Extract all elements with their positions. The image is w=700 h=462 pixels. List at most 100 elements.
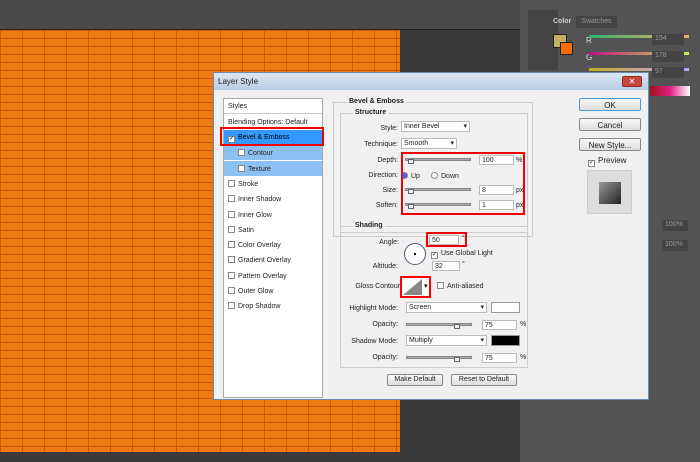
gloss-contour-picker[interactable]: ▾ [400,276,431,298]
style-item-label: Pattern Overlay [238,272,287,280]
style-item-label: Stroke [238,180,259,188]
checkbox-icon[interactable] [228,271,235,279]
shadow-mode-label: Shadow Mode: [351,338,398,345]
style-item-contour[interactable]: Contour [224,145,322,161]
shadow-opacity-slider[interactable] [406,356,472,359]
checkbox-icon[interactable] [228,256,235,264]
angle-dial[interactable] [404,243,426,265]
style-item-drop-shadow[interactable]: Drop Shadow [224,298,322,313]
preview-label: Preview [598,156,627,165]
highlight-opacity-thumb[interactable] [454,324,460,329]
shading-group [340,226,528,368]
pct-unit: % [520,354,527,361]
checkbox-icon[interactable] [228,210,235,218]
highlight-box [401,152,525,215]
style-item-stroke[interactable]: Stroke [224,176,322,191]
style-item-label: Satin [238,226,254,234]
new-style-button[interactable]: New Style... [579,138,641,151]
style-item-gradient-overlay[interactable]: Gradient Overlay [224,252,322,267]
checkbox-icon[interactable] [228,302,235,310]
checkbox-icon [437,282,444,289]
b-value[interactable]: 97 [652,67,684,78]
shadow-mode-dropdown[interactable]: Multiply [406,335,487,346]
ok-button[interactable]: OK [579,98,641,111]
style-label: Style: [380,125,398,132]
tab-swatches[interactable]: Swatches [576,16,617,28]
size-label: Size: [382,187,398,194]
shading-title: Shading [353,222,385,229]
style-dropdown[interactable]: Inner Bevel [401,121,470,132]
checkbox-icon[interactable] [228,179,235,187]
style-item-pattern-overlay[interactable]: Pattern Overlay [224,268,322,283]
style-item-inner-shadow[interactable]: Inner Shadow [224,191,322,206]
style-item-label: Contour [248,150,273,158]
altitude-input[interactable]: 32 [432,261,460,271]
g-value[interactable]: 178 [652,51,684,62]
close-button[interactable]: ✕ [622,76,642,87]
r-value[interactable]: 194 [652,34,684,45]
style-item-outer-glow[interactable]: Outer Glow [224,283,322,298]
anti-aliased-label: Anti-aliased [447,283,484,290]
shadow-opacity-label: Opacity: [372,354,398,361]
highlight-color-swatch[interactable] [491,302,520,313]
checkbox-icon[interactable] [228,225,235,233]
style-item-label: Drop Shadow [238,303,281,311]
technique-dropdown[interactable]: Smooth [401,138,457,149]
altitude-unit: ° [462,261,465,268]
pct-unit: % [520,321,527,328]
styles-header[interactable]: Styles [224,99,322,114]
checkbox-icon[interactable] [228,195,235,203]
highlight-mode-dropdown[interactable]: Screen [406,302,487,313]
check-icon: ✓ [588,160,595,167]
highlight-opacity-label: Opacity: [372,321,398,328]
background-color[interactable] [560,42,573,55]
dial-center [414,253,416,255]
style-item-inner-glow[interactable]: Inner Glow [224,207,322,222]
highlight-mode-label: Highlight Mode: [349,305,398,312]
highlight-opacity-input[interactable]: 75 [482,320,517,330]
preview-thumbnail [587,170,632,214]
preview-checkbox[interactable]: ✓ Preview [588,156,626,167]
shadow-color-swatch[interactable] [491,335,520,346]
direction-label: Direction: [368,172,398,179]
shadow-opacity-input[interactable]: 75 [482,353,517,363]
make-default-button[interactable]: Make Default [387,374,443,386]
anti-aliased-checkbox[interactable]: Anti-aliased [437,282,484,290]
global-light-label: Use Global Light [441,250,493,257]
color-ramp[interactable] [650,86,690,96]
highlight-opacity-slider[interactable] [406,323,472,326]
preview-swatch [599,182,621,204]
options-bar [0,0,520,30]
check-icon: ✓ [431,252,438,259]
contour-curve-icon: ▾ [403,279,428,295]
dialog-titlebar: Layer Style ✕ [214,73,648,90]
shadow-opacity-thumb[interactable] [454,357,460,362]
technique-label: Technique: [364,141,398,148]
dialog-title: Layer Style [218,77,259,86]
depth-label: Depth: [377,157,398,164]
style-item-satin[interactable]: Satin [224,222,322,237]
gloss-contour-label: Gloss Contour: [355,283,402,290]
tab-color[interactable]: Color [548,16,576,28]
checkbox-icon[interactable] [228,287,235,294]
altitude-label: Altitude: [372,263,398,270]
cancel-button[interactable]: Cancel [579,118,641,131]
style-item-label: Gradient Overlay [238,257,291,265]
reset-default-button[interactable]: Reset to Default [451,374,517,386]
layer-style-dialog: Layer Style ✕ Styles Blending Options: D… [213,72,649,400]
checkbox-icon[interactable] [238,164,245,172]
global-light-checkbox[interactable]: ✓ Use Global Light [431,250,493,259]
style-item-texture[interactable]: Texture [224,160,322,176]
structure-title: Structure [353,109,389,116]
highlight-box [220,127,324,146]
style-item-color-overlay[interactable]: Color Overlay [224,237,322,252]
fill-value[interactable]: 100% [662,240,688,251]
style-item-label: Inner Glow [238,211,272,219]
checkbox-icon[interactable] [228,241,235,249]
style-item-label: Outer Glow [238,288,274,295]
svg-text:▾: ▾ [424,283,428,290]
highlight-box [426,232,467,247]
opacity-value[interactable]: 100% [662,220,688,231]
checkbox-icon[interactable] [238,149,245,157]
soften-label: Soften: [375,202,398,209]
